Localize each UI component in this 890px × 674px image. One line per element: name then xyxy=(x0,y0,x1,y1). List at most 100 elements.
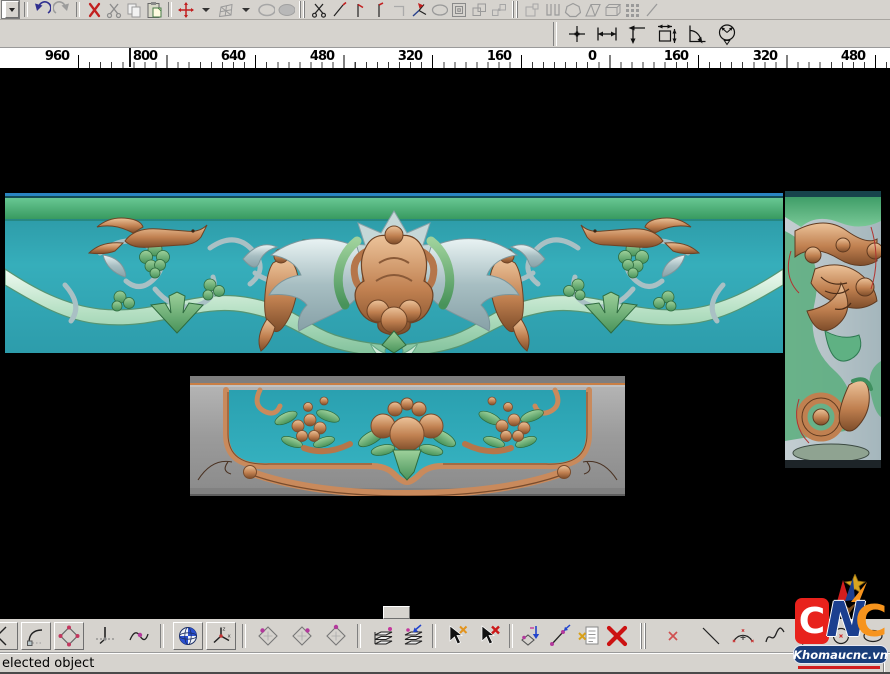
section-divider xyxy=(512,1,519,18)
ruler-label: 640 xyxy=(221,49,245,64)
dot-array-icon[interactable] xyxy=(623,1,641,19)
ruler-page-marker xyxy=(129,48,131,67)
corner-box-icon[interactable] xyxy=(390,1,408,19)
surface-diamond-top-icon[interactable] xyxy=(323,623,349,649)
trim-scissors-icon[interactable] xyxy=(310,1,328,19)
divider xyxy=(357,624,361,648)
solid-box-icon[interactable] xyxy=(603,1,621,19)
slash-line-icon[interactable] xyxy=(643,1,661,19)
paste-icon[interactable] xyxy=(145,1,163,19)
surface-diamond-tr-icon[interactable] xyxy=(289,623,315,649)
design-canvas[interactable] xyxy=(0,69,890,605)
deform-grid-icon[interactable] xyxy=(217,1,235,19)
logo-banner: Khomaucnc.vn xyxy=(793,645,888,664)
circle-measure-icon[interactable] xyxy=(714,22,740,46)
section-divider xyxy=(299,1,306,18)
triangle-pair-icon[interactable] xyxy=(583,1,601,19)
ruler-label: 0 xyxy=(588,49,596,64)
angle-measure-icon[interactable] xyxy=(684,22,710,46)
double-profile-icon[interactable] xyxy=(543,1,561,19)
redo-icon[interactable] xyxy=(53,1,71,19)
horizontal-ruler: 960 800 640 480 320 160 0 160 320 480 xyxy=(0,48,890,69)
ruler-label: 960 xyxy=(45,49,69,64)
svg-text:x: x xyxy=(228,633,232,639)
list-delete-icon[interactable] xyxy=(576,623,602,649)
diamond-nodes-button[interactable] xyxy=(54,622,84,650)
horizontal-scrollbar[interactable] xyxy=(0,605,890,619)
svg-text:z: z xyxy=(223,626,226,632)
axis-3d-button[interactable]: zx xyxy=(206,622,236,650)
sphere-view-button[interactable] xyxy=(173,622,203,650)
transform-dropdown-icon[interactable] xyxy=(197,1,215,19)
long-relief-panel[interactable] xyxy=(5,193,783,357)
node-move-icon[interactable] xyxy=(548,623,574,649)
arc-segment-button[interactable] xyxy=(0,622,18,650)
app-window: { "ruler": { "labels": ["960","800","640… xyxy=(0,0,890,674)
layers-stack-icon[interactable] xyxy=(370,623,396,649)
scrollbar-thumb[interactable] xyxy=(383,606,410,619)
group-squares-icon[interactable] xyxy=(470,1,488,19)
divider xyxy=(168,2,172,17)
divider xyxy=(509,624,513,648)
watermark-logo: C N C Khomaucnc.vn xyxy=(793,574,888,672)
ruler-label: 480 xyxy=(841,49,865,64)
divider xyxy=(76,2,80,17)
line-tool-icon[interactable] xyxy=(698,623,724,649)
column-relief-panel[interactable] xyxy=(785,191,881,472)
toolbar-bottom: zx xyxy=(0,619,890,653)
axis-origin-icon[interactable] xyxy=(92,623,118,649)
divider xyxy=(242,624,246,648)
deform-dropdown-icon[interactable] xyxy=(237,1,255,19)
ruler-label: 320 xyxy=(398,49,422,64)
polygon-outline-icon[interactable] xyxy=(563,1,581,19)
divider xyxy=(553,22,557,46)
logo-letter-c1: C xyxy=(795,598,829,644)
toolbar-measure xyxy=(0,20,890,48)
ruler-label: 320 xyxy=(753,49,777,64)
offset-concentric-icon[interactable] xyxy=(450,1,468,19)
divider xyxy=(24,2,28,17)
delete-all-icon[interactable] xyxy=(604,623,630,649)
divider xyxy=(160,624,164,648)
ruler-label: 480 xyxy=(310,49,334,64)
chevron-down-icon[interactable] xyxy=(5,1,19,18)
copy-icon[interactable] xyxy=(125,1,143,19)
weld-oval-filled-icon[interactable] xyxy=(277,1,295,19)
cut-icon[interactable] xyxy=(105,1,123,19)
transform-cross-icon[interactable] xyxy=(177,1,195,19)
surface-drop-arrow-icon[interactable] xyxy=(520,623,546,649)
delete-icon[interactable] xyxy=(85,1,103,19)
undo-icon[interactable] xyxy=(33,1,51,19)
small-x-icon[interactable] xyxy=(660,623,686,649)
ellipse-outline-icon[interactable] xyxy=(430,1,448,19)
ruler-label: 800 xyxy=(133,49,157,64)
break-line-2-icon[interactable] xyxy=(370,1,388,19)
arc-tool-icon[interactable] xyxy=(730,623,756,649)
boxed-square-icon[interactable] xyxy=(523,1,541,19)
curve-tool-icon[interactable] xyxy=(762,623,788,649)
status-bar: elected object xyxy=(0,653,890,674)
extend-arrow-icon[interactable] xyxy=(410,1,428,19)
logo-underline xyxy=(798,666,880,669)
history-dropdown[interactable] xyxy=(1,0,20,19)
cursor-deselect-icon[interactable] xyxy=(445,623,471,649)
fillet-arc-button[interactable] xyxy=(21,622,51,650)
ruler-label: 160 xyxy=(664,49,688,64)
surface-diamond-tl-icon[interactable] xyxy=(255,623,281,649)
point-coordinate-icon[interactable] xyxy=(564,22,590,46)
logo-letter-c2: C xyxy=(855,596,887,647)
weld-oval-outline-icon[interactable] xyxy=(257,1,275,19)
distance-path-icon[interactable] xyxy=(624,22,650,46)
cursor-delete-icon[interactable] xyxy=(477,623,503,649)
distance-horizontal-icon[interactable] xyxy=(594,22,620,46)
curve-node-icon[interactable] xyxy=(126,623,152,649)
dimension-box-icon[interactable] xyxy=(654,22,680,46)
ungroup-squares-icon[interactable] xyxy=(490,1,508,19)
status-text: elected object xyxy=(2,656,94,671)
section-divider xyxy=(640,623,647,649)
break-line-icon[interactable] xyxy=(350,1,368,19)
trim-line-icon[interactable] xyxy=(330,1,348,19)
logo-letters: C N C xyxy=(793,594,888,646)
short-relief-panel[interactable] xyxy=(190,376,625,500)
layers-arrow-icon[interactable] xyxy=(400,623,426,649)
